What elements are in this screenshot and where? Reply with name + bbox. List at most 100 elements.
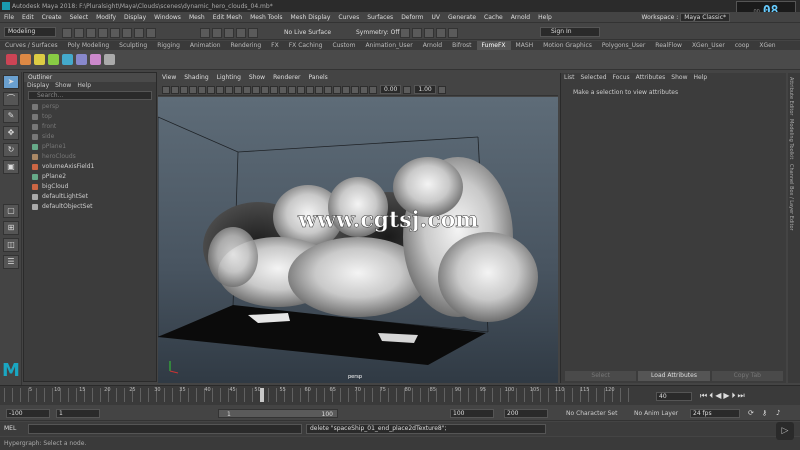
scale-tool-icon[interactable]: ▣: [3, 160, 19, 174]
menu-windows[interactable]: Windows: [150, 14, 185, 21]
fumefx-source-icon[interactable]: [20, 54, 31, 65]
play-forward-icon[interactable]: ▶: [723, 391, 731, 400]
perspective-viewport[interactable]: www.cgtsj.com persp: [158, 97, 558, 383]
tab-channel-box[interactable]: Channel Box / Layer Editor: [788, 164, 794, 231]
gate-mask-icon[interactable]: [225, 85, 233, 94]
outliner-menu-help[interactable]: Help: [74, 82, 94, 89]
wireframe-icon[interactable]: [261, 85, 269, 94]
shelf-tab-sculpting[interactable]: Sculpting: [114, 41, 152, 50]
menu-create[interactable]: Create: [38, 14, 66, 21]
attr-menu-attributes[interactable]: Attributes: [633, 73, 669, 83]
outliner-menu-show[interactable]: Show: [52, 82, 74, 89]
resolution-gate-icon[interactable]: [216, 85, 224, 94]
outliner-item[interactable]: pPlane1: [24, 142, 156, 152]
ambient-occlusion-icon[interactable]: [315, 85, 323, 94]
attr-menu-show[interactable]: Show: [668, 73, 690, 83]
shelf-tab-xgen-user[interactable]: XGen_User: [687, 41, 730, 50]
grid-toggle-icon[interactable]: [198, 85, 206, 94]
new-scene-icon[interactable]: [62, 28, 72, 38]
menu-file[interactable]: File: [0, 14, 18, 21]
shelf-tab-polygons-user[interactable]: Polygons_User: [597, 41, 650, 50]
select-tool-icon[interactable]: ➤: [3, 75, 19, 89]
copy-tab-button[interactable]: Copy Tab: [711, 371, 783, 381]
menu-set-dropdown[interactable]: Modeling: [4, 27, 56, 37]
shelf-tab-fumefx[interactable]: FumeFX: [476, 41, 511, 50]
open-scene-icon[interactable]: [74, 28, 84, 38]
menu-mesh-tools[interactable]: Mesh Tools: [246, 14, 286, 21]
xray-icon[interactable]: [351, 85, 359, 94]
menu-uv[interactable]: UV: [428, 14, 445, 21]
workspace-dropdown[interactable]: Maya Classic*: [680, 13, 730, 22]
select-object-icon[interactable]: [134, 28, 144, 38]
menu-select[interactable]: Select: [66, 14, 93, 21]
attr-menu-list[interactable]: List: [561, 73, 578, 83]
playback-start-field[interactable]: 1: [56, 409, 100, 418]
viewport-menu-shading[interactable]: Shading: [180, 73, 212, 83]
image-plane-icon[interactable]: [189, 85, 197, 94]
viewport-menu-renderer[interactable]: Renderer: [269, 73, 304, 83]
four-view-icon[interactable]: ⊞: [3, 221, 19, 235]
menu-help[interactable]: Help: [534, 14, 556, 21]
shelf-tab-rigging[interactable]: Rigging: [152, 41, 185, 50]
live-surface-label[interactable]: No Live Surface: [284, 29, 331, 36]
lasso-tool-icon[interactable]: ⌒: [3, 92, 19, 106]
motion-blur-icon[interactable]: [324, 85, 332, 94]
select-hierarchy-icon[interactable]: [122, 28, 132, 38]
character-set-dropdown[interactable]: No Character Set: [566, 410, 617, 417]
shelf-tab-rendering[interactable]: Rendering: [226, 41, 267, 50]
single-view-icon[interactable]: ▢: [3, 204, 19, 218]
lights-icon[interactable]: [297, 85, 305, 94]
menu-mesh[interactable]: Mesh: [185, 14, 209, 21]
ipr-render-icon[interactable]: [412, 28, 422, 38]
shelf-tab-curves-surfaces[interactable]: Curves / Surfaces: [0, 41, 63, 50]
render-settings-icon[interactable]: [424, 28, 434, 38]
render-view-icon[interactable]: [448, 28, 458, 38]
attr-menu-help[interactable]: Help: [690, 73, 710, 83]
command-language[interactable]: MEL: [4, 425, 16, 432]
safe-title-icon[interactable]: [252, 85, 260, 94]
exposure-field[interactable]: 0.00: [380, 85, 402, 94]
snap-point-icon[interactable]: [224, 28, 234, 38]
render-frame-icon[interactable]: [400, 28, 410, 38]
select-button[interactable]: Select: [565, 371, 637, 381]
shelf-tab-coop[interactable]: coop: [730, 41, 754, 50]
color-management-icon[interactable]: [437, 85, 446, 94]
menu-display[interactable]: Display: [120, 14, 150, 21]
rotate-tool-icon[interactable]: ↻: [3, 143, 19, 157]
save-scene-icon[interactable]: [86, 28, 96, 38]
textured-icon[interactable]: [288, 85, 296, 94]
safe-action-icon[interactable]: [243, 85, 251, 94]
shelf-tab-motion-graphics[interactable]: Motion Graphics: [538, 41, 597, 50]
outliner-item[interactable]: persp: [24, 102, 156, 112]
fumefx-grid-icon[interactable]: [6, 54, 17, 65]
two-view-icon[interactable]: ◫: [3, 238, 19, 252]
fumefx-wind-icon[interactable]: [48, 54, 59, 65]
fumefx-vortex-icon[interactable]: [62, 54, 73, 65]
move-tool-icon[interactable]: ✥: [3, 126, 19, 140]
snap-grid-icon[interactable]: [200, 28, 210, 38]
range-slider[interactable]: 1 100: [218, 409, 338, 418]
attr-menu-selected[interactable]: Selected: [578, 73, 610, 83]
menu-surfaces[interactable]: Surfaces: [363, 14, 397, 21]
menu-edit[interactable]: Edit: [18, 14, 38, 21]
outliner-item[interactable]: heroClouds: [24, 152, 156, 162]
fumefx-turbulence-icon[interactable]: [76, 54, 87, 65]
antialias-icon[interactable]: [333, 85, 341, 94]
current-frame-field[interactable]: 40: [656, 392, 692, 401]
shelf-tab-bifrost[interactable]: Bifrost: [447, 41, 476, 50]
key-icon[interactable]: ⚷: [762, 409, 767, 417]
outliner-item[interactable]: defaultObjectSet: [24, 202, 156, 212]
outliner-search-input[interactable]: Search...: [28, 91, 152, 100]
shelf-tab-poly-modeling[interactable]: Poly Modeling: [63, 41, 115, 50]
shelf-tab-realflow[interactable]: RealFlow: [650, 41, 687, 50]
hypershade-icon[interactable]: [436, 28, 446, 38]
shelf-tab-xgen[interactable]: XGen: [754, 41, 780, 50]
outliner-item[interactable]: front: [24, 122, 156, 132]
fumefx-attractor-icon[interactable]: [90, 54, 101, 65]
audio-icon[interactable]: ♪: [776, 409, 780, 417]
smooth-shade-icon[interactable]: [270, 85, 278, 94]
shadows-icon[interactable]: [306, 85, 314, 94]
fumefx-gravity-icon[interactable]: [34, 54, 45, 65]
redo-icon[interactable]: [110, 28, 120, 38]
tab-attribute-editor[interactable]: Attribute Editor: [788, 77, 794, 115]
